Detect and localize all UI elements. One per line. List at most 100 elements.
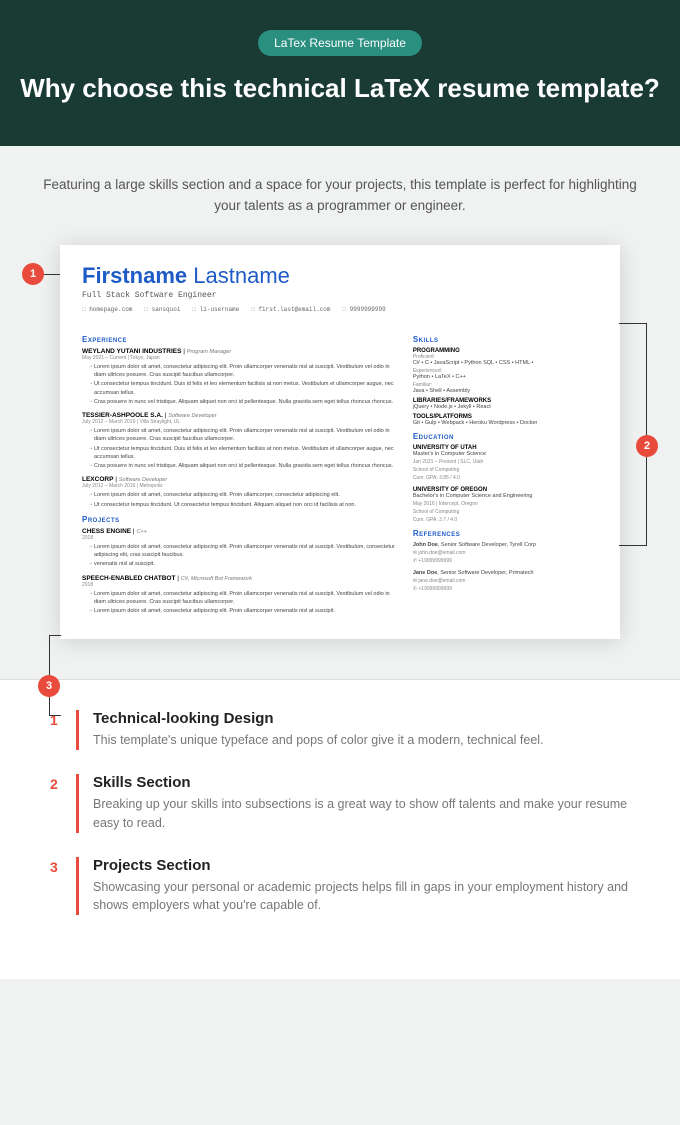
- job-bullets: Lorem ipsum dolor sit amet, consectetur …: [88, 427, 397, 470]
- feature-text: Skills Section Breaking up your skills i…: [93, 774, 630, 833]
- feature-number: 1: [50, 710, 62, 750]
- ref-phone: ✆ +19999999999: [413, 586, 598, 592]
- job-bullets: Lorem ipsum dolor sit amet, consectetur …: [88, 491, 397, 509]
- marker-2-line: [619, 545, 647, 546]
- section-references: References: [413, 529, 598, 538]
- job: LEXCORP | Software Developer July 2012 –…: [82, 476, 397, 509]
- bullet: venenatis nisl at suscipit.: [88, 560, 397, 568]
- resume-name: Firstname Lastname: [82, 263, 598, 289]
- job-meta: July 2012 – March 2016 | Metropolis: [82, 483, 397, 489]
- bullet: Ut consectetur tempus tincidunt. Duis id…: [88, 380, 397, 397]
- job-header: TESSIER-ASHPOOLE S.A. | Software Develop…: [82, 412, 397, 419]
- ref-email: ✉ jane.doe@email.com: [413, 578, 598, 584]
- contact-row: homepage.com sansquoi li-username first.…: [82, 306, 598, 319]
- job-meta: May 2021 – Current | Tokyo, Japan: [82, 355, 397, 361]
- section-experience: Experience: [82, 335, 397, 344]
- ref-name: John Doe, Senior Software Developer, Tyr…: [413, 542, 598, 548]
- side-column: Skills PROGRAMMING Proficient: C# • C • …: [413, 329, 598, 622]
- resume-body: Experience WEYLAND YUTANI INDUSTRIES | P…: [82, 329, 598, 622]
- bullet: Lorem ipsum dolor sit amet, consectetur …: [88, 543, 397, 560]
- project-year: 2018: [82, 535, 397, 541]
- feature-desc: Breaking up your skills into subsections…: [93, 795, 630, 833]
- bullet: Ut consectetur tempus tincidunt. Duis id…: [88, 445, 397, 462]
- feature-title: Projects Section: [93, 857, 630, 874]
- bullet: Lorem ipsum dolor sit amet, consectetur …: [88, 363, 397, 380]
- ref-email: ✉ john.doe@email.com: [413, 550, 598, 556]
- marker-1: 1: [22, 263, 44, 285]
- feature-text: Projects Section Showcasing your persona…: [93, 857, 630, 916]
- job-bullets: Lorem ipsum dolor sit amet, consectetur …: [88, 363, 397, 406]
- feature-number: 3: [50, 857, 62, 916]
- project-bullets: Lorem ipsum dolor sit amet, consectetur …: [88, 590, 397, 616]
- bullet: Lorem ipsum dolor sit amet, consectetur …: [88, 590, 397, 607]
- job-header: LEXCORP | Software Developer: [82, 476, 397, 483]
- project-bullets: Lorem ipsum dolor sit amet, consectetur …: [88, 543, 397, 569]
- bullet: Lorem ipsum dolor sit amet, consectetur …: [88, 491, 397, 499]
- section-projects: Projects: [82, 515, 397, 524]
- skills-value: Git • Gulp • Webpack • Heroku Wordpress …: [413, 420, 598, 426]
- marker-1-line: [44, 274, 60, 275]
- feature-text: Technical-looking Design This template's…: [93, 710, 630, 750]
- feature-bar: [76, 774, 79, 833]
- edu-gpa: Cum. GPA: 3.7 / 4.0: [413, 517, 598, 523]
- job-header: WEYLAND YUTANI INDUSTRIES | Program Mana…: [82, 348, 397, 355]
- education-item: UNIVERSITY OF UTAH Master's in Computer …: [413, 445, 598, 481]
- marker-3-line: [49, 635, 61, 636]
- ref-phone: ✆ +19999999999: [413, 558, 598, 564]
- feature-desc: Showcasing your personal or academic pro…: [93, 878, 630, 916]
- contact-email: first.last@email.com: [251, 306, 330, 313]
- feature-bar: [76, 857, 79, 916]
- bullet: Lorem ipsum dolor sit amet, consectetur …: [88, 607, 397, 615]
- skills-value: C# • C • JavaScript • Python SQL • CSS •…: [413, 360, 598, 366]
- header: LaTex Resume Template Why choose this te…: [0, 0, 680, 146]
- edu-dept: School of Computing: [413, 509, 598, 515]
- page-title: Why choose this technical LaTeX resume t…: [20, 72, 660, 106]
- contact-homepage: homepage.com: [82, 306, 132, 313]
- bullet: Cras posuere in nunc vel tristique. Aliq…: [88, 462, 397, 470]
- feature-title: Skills Section: [93, 774, 630, 791]
- features-list: 1 Technical-looking Design This template…: [0, 679, 680, 979]
- marker-2-line: [619, 323, 647, 324]
- feature-number: 2: [50, 774, 62, 833]
- project: SPEECH-ENABLED CHATBOT | C#, Microsoft B…: [82, 575, 397, 616]
- job-meta: July 2012 – March 2019 | Villa Strayligh…: [82, 419, 397, 425]
- feature-title: Technical-looking Design: [93, 710, 630, 727]
- marker-3-line: [49, 715, 61, 716]
- category-badge: LaTex Resume Template: [258, 30, 422, 56]
- edu-gpa: Cum. GPA: 3.85 / 4.0: [413, 475, 598, 481]
- marker-2-line: [646, 323, 647, 545]
- marker-2: 2: [636, 435, 658, 457]
- bullet: Cras posuere in nunc vel tristique. Aliq…: [88, 398, 397, 406]
- job: TESSIER-ASHPOOLE S.A. | Software Develop…: [82, 412, 397, 470]
- firstname: Firstname: [82, 263, 187, 288]
- contact-linkedin: li-username: [192, 306, 239, 313]
- main-column: Experience WEYLAND YUTANI INDUSTRIES | P…: [82, 329, 397, 622]
- job: WEYLAND YUTANI INDUSTRIES | Program Mana…: [82, 348, 397, 406]
- lastname: Lastname: [193, 263, 290, 288]
- feature-desc: This template's unique typeface and pops…: [93, 731, 630, 750]
- feature-item: 1 Technical-looking Design This template…: [50, 710, 630, 750]
- intro-text: Featuring a large skills section and a s…: [0, 146, 680, 245]
- resume-document: Firstname Lastname Full Stack Software E…: [60, 245, 620, 640]
- skills-value: Python • LaTeX • C++: [413, 374, 598, 380]
- reference: John Doe, Senior Software Developer, Tyr…: [413, 542, 598, 564]
- feature-item: 3 Projects Section Showcasing your perso…: [50, 857, 630, 916]
- resume-preview: 1 2 3 Firstname Lastname Full Stack Soft…: [0, 245, 680, 680]
- edu-dept: School of Computing: [413, 467, 598, 473]
- contact-github: sansquoi: [144, 306, 180, 313]
- project-header: CHESS ENGINE | C++: [82, 528, 397, 535]
- feature-bar: [76, 710, 79, 750]
- edu-meta: Jan 2021 – Present | SLC, Utah: [413, 459, 598, 465]
- contact-phone: 9999999999: [342, 306, 385, 313]
- section-education: Education: [413, 432, 598, 441]
- project-year: 2018: [82, 582, 397, 588]
- project-header: SPEECH-ENABLED CHATBOT | C#, Microsoft B…: [82, 575, 397, 582]
- degree: Master's in Computer Science: [413, 451, 598, 457]
- marker-3: 3: [38, 675, 60, 697]
- project: CHESS ENGINE | C++ 2018 Lorem ipsum dolo…: [82, 528, 397, 569]
- feature-item: 2 Skills Section Breaking up your skills…: [50, 774, 630, 833]
- degree: Bachelor's in Computer Science and Engin…: [413, 493, 598, 499]
- edu-meta: May 2016 | Intercept, Oregon: [413, 501, 598, 507]
- skills-value: jQuery • Node.js • Jekyll • React: [413, 404, 598, 410]
- reference: Jane Doe, Senior Software Developer, Pri…: [413, 570, 598, 592]
